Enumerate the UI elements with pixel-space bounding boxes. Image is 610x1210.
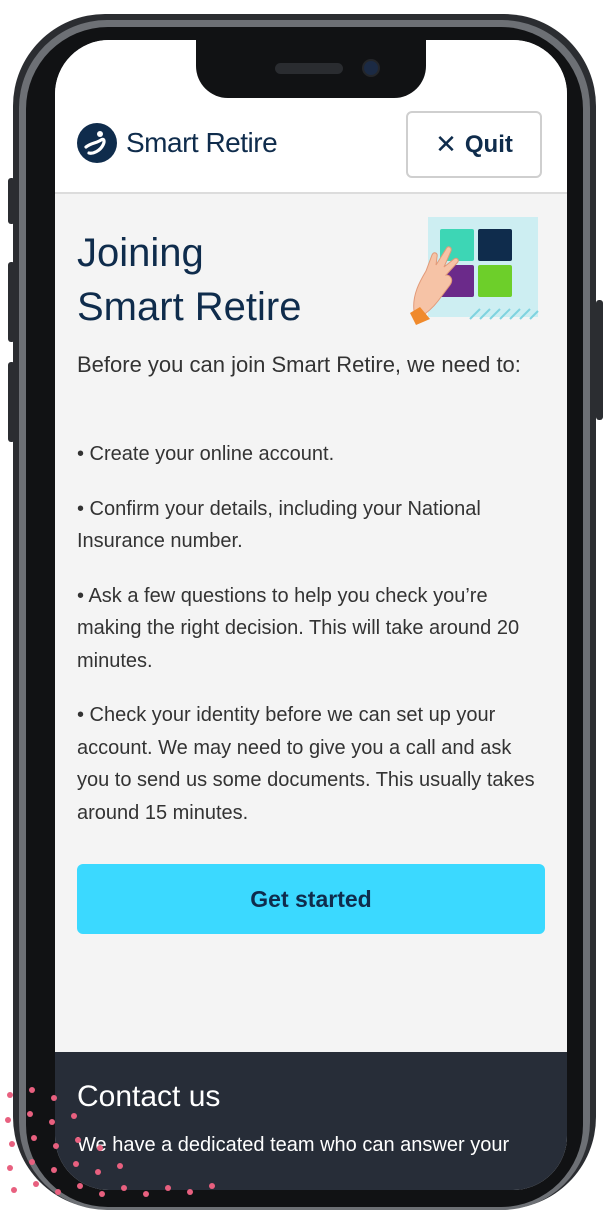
speaker-grille (275, 63, 343, 74)
tiles-hand-illustration-icon (410, 215, 540, 325)
page-title-line1: Joining (77, 231, 204, 275)
phone-notch (196, 40, 426, 98)
step-create-account: • Create your online account. (77, 443, 335, 465)
get-started-button[interactable]: Get started (77, 864, 545, 934)
smart-retire-logo-icon (77, 123, 117, 163)
step-check-identity: • Check your identity before we can set … (77, 704, 535, 824)
page-title-line2: Smart Retire (77, 285, 302, 329)
step-ask-questions: • Ask a few questions to help you check … (77, 584, 520, 672)
step-confirm-details: • Confirm your details, including your N… (77, 497, 481, 553)
quit-label: Quit (464, 130, 513, 158)
brand-name: Smart Retire (126, 127, 278, 158)
intro-text: Before you can join Smart Retire, we nee… (77, 352, 521, 377)
brand-logo[interactable]: Smart Retire (77, 123, 278, 163)
steps-list: • Create your online account. • Confirm … (77, 438, 547, 851)
close-icon: ✕ (435, 129, 457, 159)
phone-screen: Smart Retire ✕ Quit Joining Smart Retire (55, 40, 567, 1190)
quit-button[interactable]: ✕ Quit (406, 111, 542, 178)
phone-power-button (596, 300, 603, 420)
page-title: Joining Smart Retire (77, 226, 377, 334)
front-camera (364, 61, 378, 75)
decorative-dots-pattern (5, 1087, 215, 1197)
